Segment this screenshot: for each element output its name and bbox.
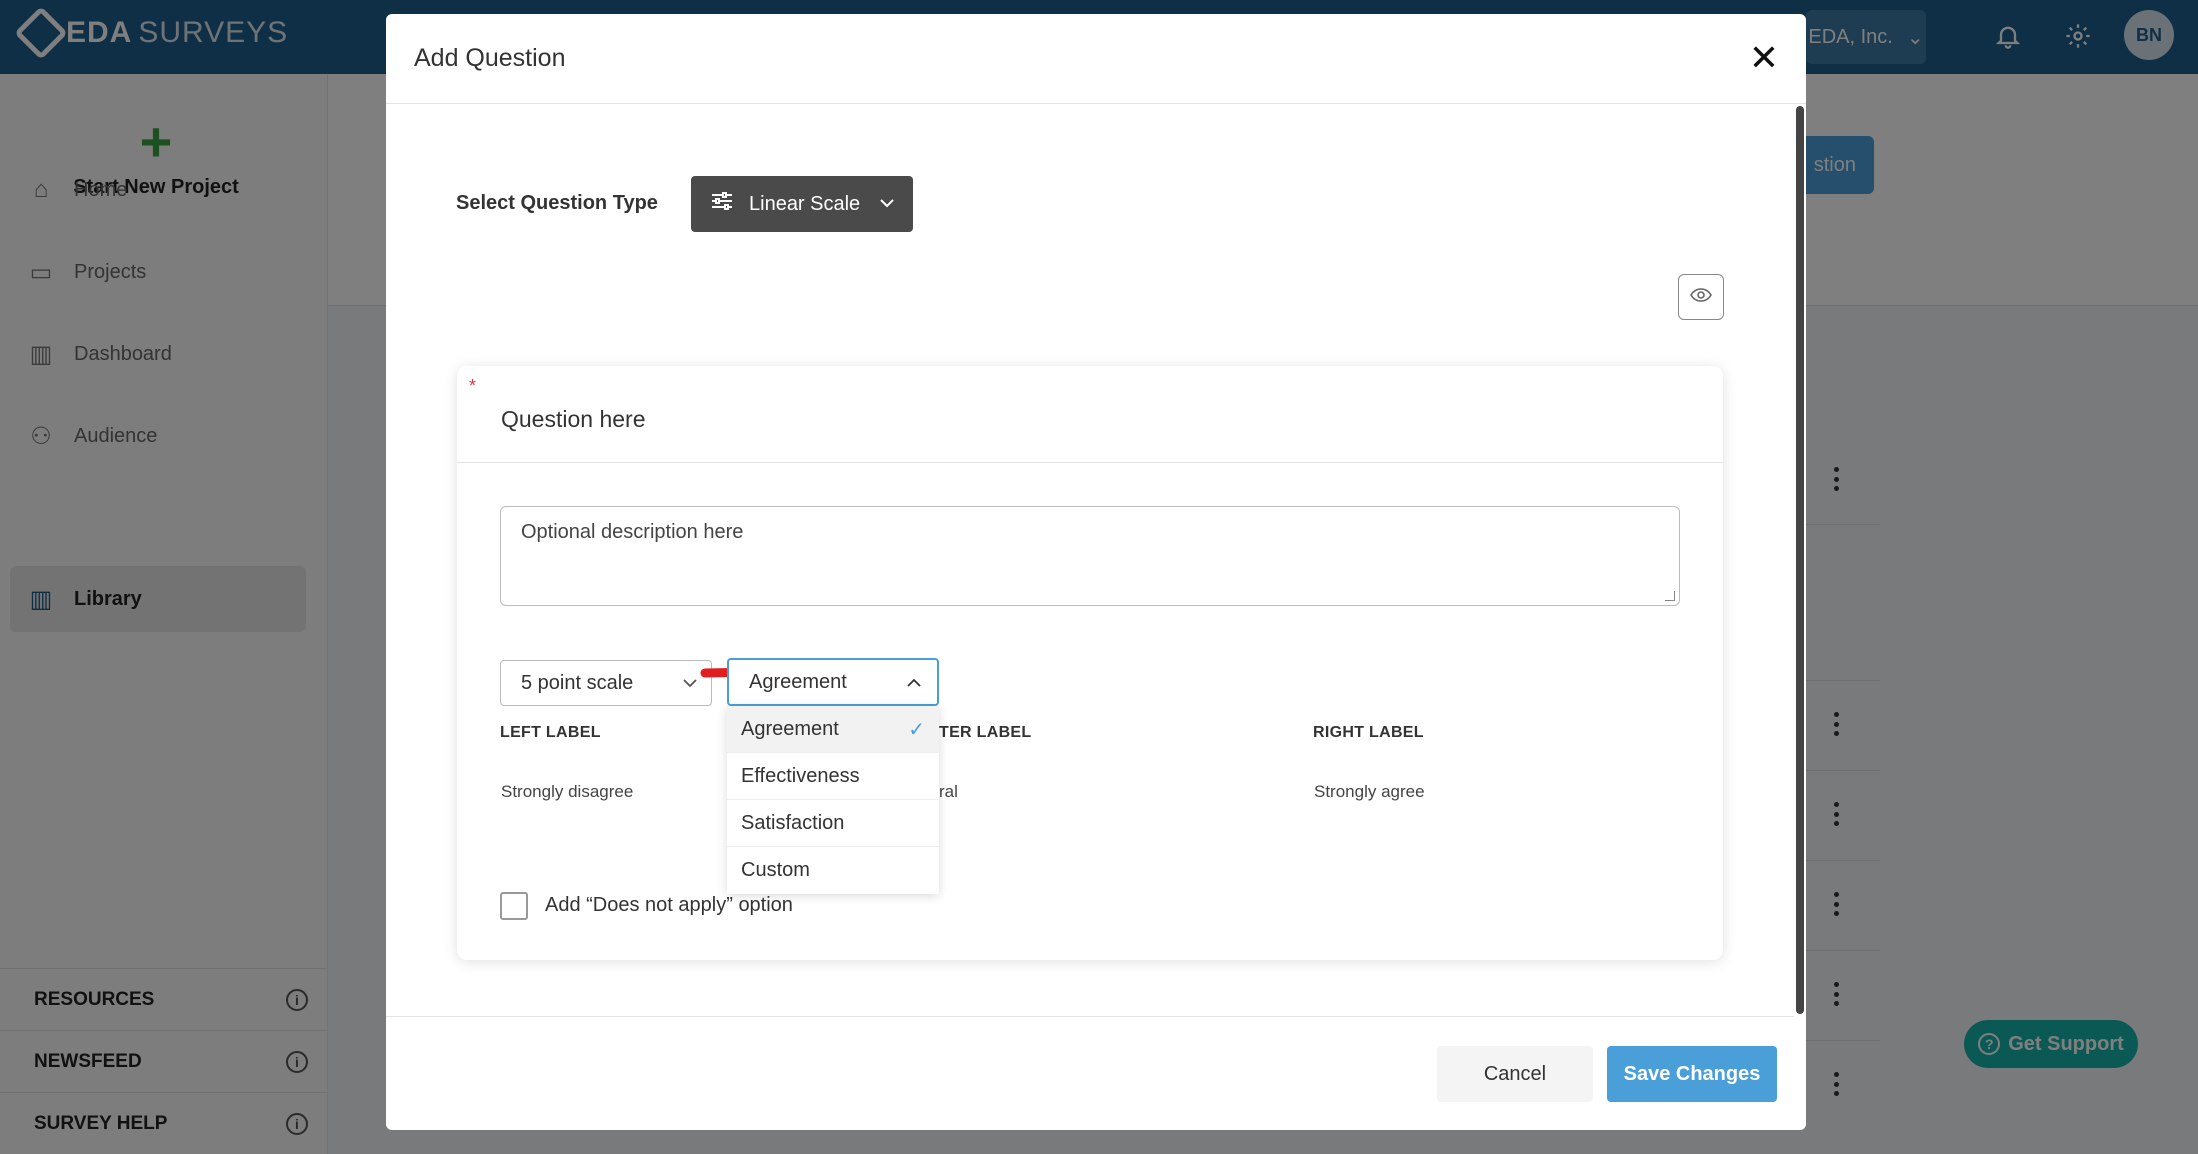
center-label-input[interactable]: ral — [939, 782, 958, 802]
close-icon[interactable]: ✕ — [1744, 38, 1784, 78]
save-changes-button[interactable]: Save Changes — [1607, 1046, 1777, 1102]
option-label: Effectiveness — [741, 764, 860, 787]
dropdown-option-agreement[interactable]: Agreement ✓ — [727, 706, 939, 753]
question-type-value: Linear Scale — [749, 192, 861, 215]
chevron-down-icon — [879, 195, 895, 213]
label-preset-dropdown: Agreement ✓ Effectiveness Satisfaction C… — [727, 706, 939, 894]
checkmark-icon: ✓ — [908, 718, 925, 741]
dropdown-option-satisfaction[interactable]: Satisfaction — [727, 800, 939, 847]
question-type-label: Select Question Type — [456, 192, 658, 214]
question-type-select[interactable]: Linear Scale — [691, 176, 913, 232]
required-asterisk: * — [469, 376, 477, 396]
label-preset-value: Agreement — [749, 670, 847, 693]
right-label-header: RIGHT LABEL — [1313, 724, 1424, 741]
dropdown-option-effectiveness[interactable]: Effectiveness — [727, 753, 939, 800]
footer-divider — [386, 1016, 1794, 1017]
does-not-apply-label: Add “Does not apply” option — [545, 894, 793, 916]
cancel-button[interactable]: Cancel — [1437, 1046, 1593, 1102]
does-not-apply-checkbox[interactable] — [500, 892, 528, 920]
right-label-input[interactable]: Strongly agree — [1314, 782, 1425, 802]
resize-handle-icon[interactable] — [1665, 591, 1675, 601]
scale-points-select[interactable]: 5 point scale — [500, 660, 712, 706]
option-label: Agreement — [741, 717, 839, 740]
option-label: Satisfaction — [741, 811, 845, 834]
description-placeholder: Optional description here — [521, 521, 744, 543]
left-label-input[interactable]: Strongly disagree — [501, 782, 633, 802]
option-label: Custom — [741, 859, 810, 881]
left-label-header: LEFT LABEL — [500, 724, 601, 741]
sliders-icon — [711, 192, 733, 216]
question-card: * Question here Optional description her… — [457, 366, 1723, 960]
add-question-modal: Add Question ✕ Select Question Type Line… — [386, 14, 1806, 1130]
dropdown-option-custom[interactable]: Custom — [727, 847, 939, 894]
description-textarea[interactable]: Optional description here — [500, 506, 1680, 606]
modal-header: Add Question ✕ — [386, 14, 1806, 104]
scrollbar-thumb[interactable] — [1796, 106, 1804, 1014]
label-preset-select[interactable]: Agreement — [727, 658, 939, 706]
eye-icon — [1690, 287, 1712, 307]
divider — [457, 462, 1723, 463]
question-input[interactable]: Question here — [501, 406, 645, 433]
modal-title: Add Question — [414, 44, 566, 72]
preview-button[interactable] — [1678, 274, 1724, 320]
chevron-up-icon — [907, 674, 921, 690]
center-label-header: TER LABEL — [939, 724, 1032, 741]
scale-points-value: 5 point scale — [521, 671, 634, 694]
chevron-down-icon — [683, 675, 697, 691]
